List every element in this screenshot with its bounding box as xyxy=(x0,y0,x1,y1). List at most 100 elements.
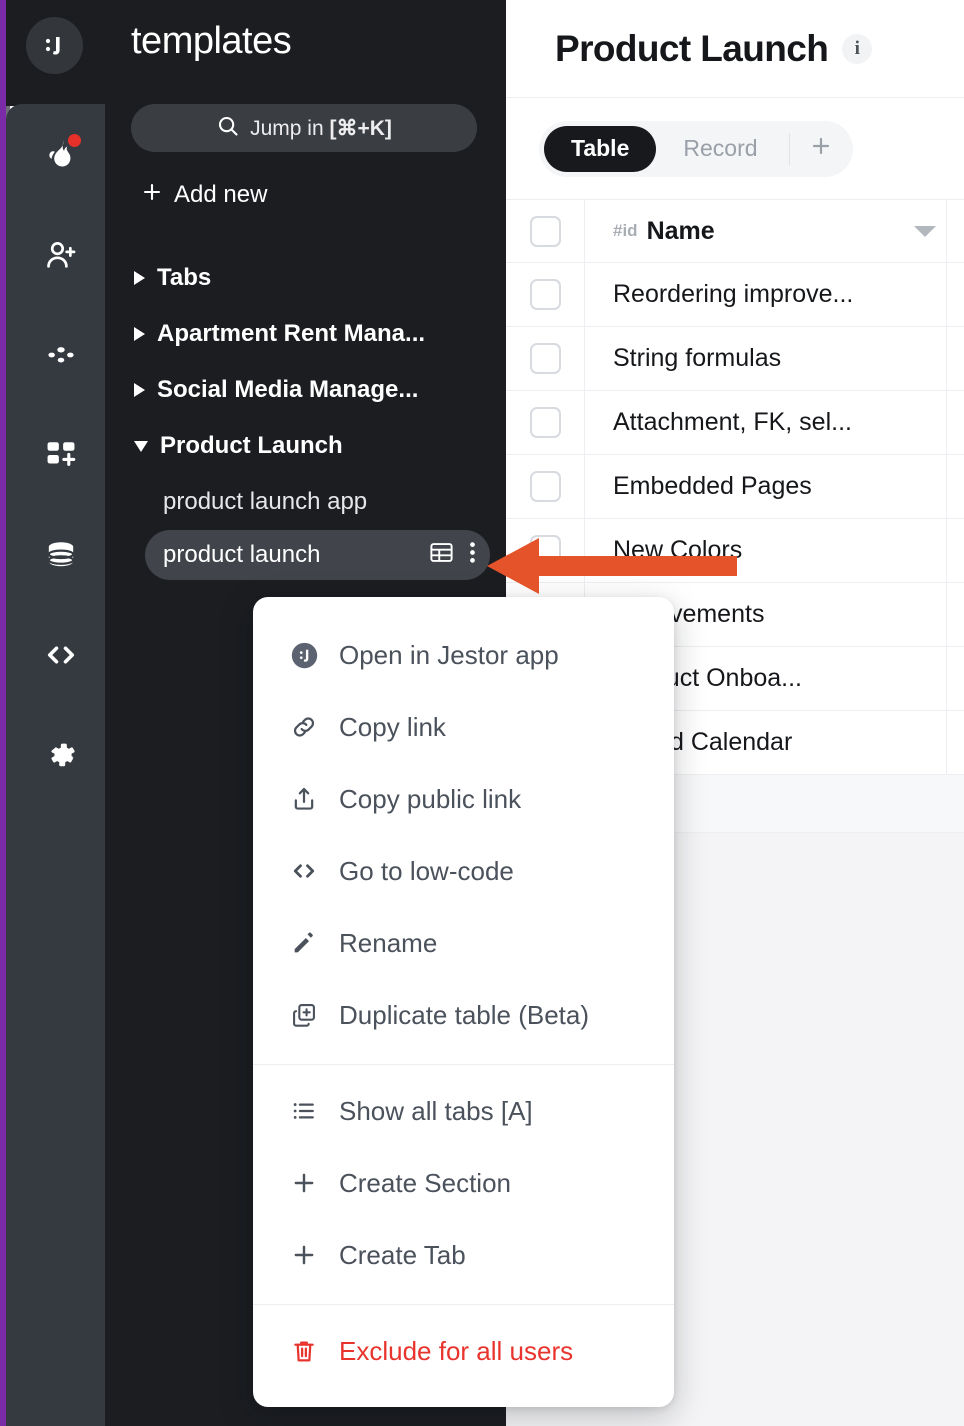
menu-item-label: Copy link xyxy=(339,711,446,742)
sidebar-item-product-launch-table[interactable]: product launch xyxy=(145,530,490,580)
table-context-menu: Open in Jestor app Copy link Copy public… xyxy=(253,597,674,1407)
sidebar-group-apartment-rent[interactable]: Apartment Rent Mana... xyxy=(105,306,506,362)
rail-item-automations[interactable] xyxy=(35,329,87,381)
menu-item-copy-public-link[interactable]: Copy public link xyxy=(253,763,674,835)
row-name-cell[interactable]: Reordering improve... xyxy=(585,263,947,326)
tab-divider xyxy=(788,132,790,165)
workspace-title: templates xyxy=(131,20,292,62)
menu-item-label: Rename xyxy=(339,927,438,958)
rail-item-apps[interactable] xyxy=(35,429,87,481)
list-icon xyxy=(289,1097,319,1125)
workspace-avatar[interactable] xyxy=(26,17,83,74)
icon-rail xyxy=(6,104,105,1426)
plus-icon xyxy=(809,134,833,163)
row-checkbox[interactable] xyxy=(529,343,561,374)
rail-item-whats-new[interactable] xyxy=(35,129,87,181)
row-select-cell xyxy=(506,519,585,582)
tab-table[interactable]: Table xyxy=(544,125,657,172)
share-upload-icon xyxy=(289,785,319,813)
menu-item-copy-link[interactable]: Copy link xyxy=(253,691,674,763)
chevron-right-icon xyxy=(134,383,145,397)
row-checkbox[interactable] xyxy=(529,535,561,566)
column-next xyxy=(947,200,964,262)
table-grid-icon[interactable] xyxy=(428,539,455,571)
rail-item-invite-users[interactable] xyxy=(35,229,87,281)
sidebar-item-product-launch-app[interactable]: product launch app xyxy=(105,474,506,530)
chevron-down-icon[interactable] xyxy=(914,225,936,237)
menu-item-go-to-low-code[interactable]: Go to low-code xyxy=(253,835,674,907)
sidebar-item-label: product launch xyxy=(163,541,321,568)
jump-in-label: Jump in [⌘+K] xyxy=(250,116,392,140)
info-icon[interactable]: i xyxy=(842,33,873,64)
sidebar-item-label: product launch app xyxy=(163,488,368,515)
column-name-label: Name xyxy=(646,216,715,245)
code-brackets-icon xyxy=(289,856,319,886)
trash-icon xyxy=(289,1337,319,1365)
menu-item-create-tab[interactable]: Create Tab xyxy=(253,1219,674,1291)
rail-item-low-code[interactable] xyxy=(35,629,87,681)
jestor-app-icon xyxy=(289,641,319,670)
row-tail-cell xyxy=(947,711,964,774)
automations-dots-icon xyxy=(44,338,78,372)
row-checkbox[interactable] xyxy=(529,471,561,502)
tabs-pill: Table Record xyxy=(539,120,853,177)
database-icon xyxy=(44,538,78,572)
table-row[interactable]: Embedded Pages xyxy=(506,455,964,519)
row-name-cell[interactable]: Embedded Pages xyxy=(585,455,947,518)
menu-divider xyxy=(253,1064,674,1065)
sidebar-group-label: Apartment Rent Mana... xyxy=(157,320,426,347)
search-icon xyxy=(216,114,240,143)
view-tabbar: Table Record xyxy=(506,98,964,199)
sidebar-group-product-launch[interactable]: Product Launch xyxy=(105,418,506,474)
table-row[interactable]: String formulas xyxy=(506,327,964,391)
code-brackets-icon xyxy=(43,637,79,673)
duplicate-icon xyxy=(289,1001,319,1029)
row-name-cell[interactable]: String formulas xyxy=(585,327,947,390)
chevron-right-icon xyxy=(134,327,145,341)
row-tail-cell xyxy=(947,327,964,390)
row-name-text: Embedded Pages xyxy=(613,472,812,500)
row-checkbox[interactable] xyxy=(529,407,561,438)
menu-item-exclude-for-all-users[interactable]: Exclude for all users xyxy=(253,1315,674,1387)
pencil-icon xyxy=(289,929,319,957)
menu-item-create-section[interactable]: Create Section xyxy=(253,1147,674,1219)
menu-item-show-all-tabs[interactable]: Show all tabs [A] xyxy=(253,1075,674,1147)
row-name-text: Attachment, FK, sel... xyxy=(613,408,852,436)
row-name-text: String formulas xyxy=(613,344,782,372)
select-all-checkbox[interactable] xyxy=(529,215,561,247)
table-row[interactable]: Reordering improve... xyxy=(506,263,964,327)
table-row[interactable]: New Colors xyxy=(506,519,964,583)
menu-item-label: Exclude for all users xyxy=(339,1335,574,1366)
gear-icon xyxy=(43,737,79,773)
add-new-button[interactable]: Add new xyxy=(140,180,267,209)
menu-item-duplicate-table[interactable]: Duplicate table (Beta) xyxy=(253,979,674,1051)
sidebar-group-social-media[interactable]: Social Media Manage... xyxy=(105,362,506,418)
add-user-icon xyxy=(44,238,78,272)
add-view-button[interactable] xyxy=(794,126,848,172)
sidebar-group-label: Social Media Manage... xyxy=(157,376,419,403)
menu-divider xyxy=(253,1304,674,1305)
tab-record[interactable]: Record xyxy=(656,126,784,172)
table-row[interactable]: Attachment, FK, sel... xyxy=(506,391,964,455)
jump-in-search[interactable]: Jump in [⌘+K] xyxy=(131,104,477,152)
sidebar-group-tabs[interactable]: Tabs xyxy=(105,250,506,306)
menu-item-open-in-jestor-app[interactable]: Open in Jestor app xyxy=(253,619,674,691)
menu-item-label: Duplicate table (Beta) xyxy=(339,999,590,1030)
row-name-cell[interactable]: Attachment, FK, sel... xyxy=(585,391,947,454)
sidebar-tree: Tabs Apartment Rent Mana... Social Media… xyxy=(105,250,506,580)
rail-item-settings[interactable] xyxy=(35,729,87,781)
menu-item-label: Create Tab xyxy=(339,1239,466,1270)
row-tail-cell xyxy=(947,647,964,710)
column-id-tag: #id xyxy=(613,221,638,240)
rail-item-database[interactable] xyxy=(35,529,87,581)
sidebar-group-label: Product Launch xyxy=(160,432,343,459)
row-name-cell[interactable]: New Colors xyxy=(585,519,947,582)
column-header-name[interactable]: #id Name xyxy=(585,200,947,262)
kebab-menu-icon[interactable] xyxy=(469,539,476,571)
app-root: templates Jump in [⌘+K] Add new Tabs Apa… xyxy=(0,0,964,1426)
chevron-down-icon xyxy=(134,440,148,452)
menu-item-rename[interactable]: Rename xyxy=(253,907,674,979)
sidebar-group-label: Tabs xyxy=(157,264,212,291)
menu-item-label: Copy public link xyxy=(339,783,522,814)
row-checkbox[interactable] xyxy=(529,279,561,310)
